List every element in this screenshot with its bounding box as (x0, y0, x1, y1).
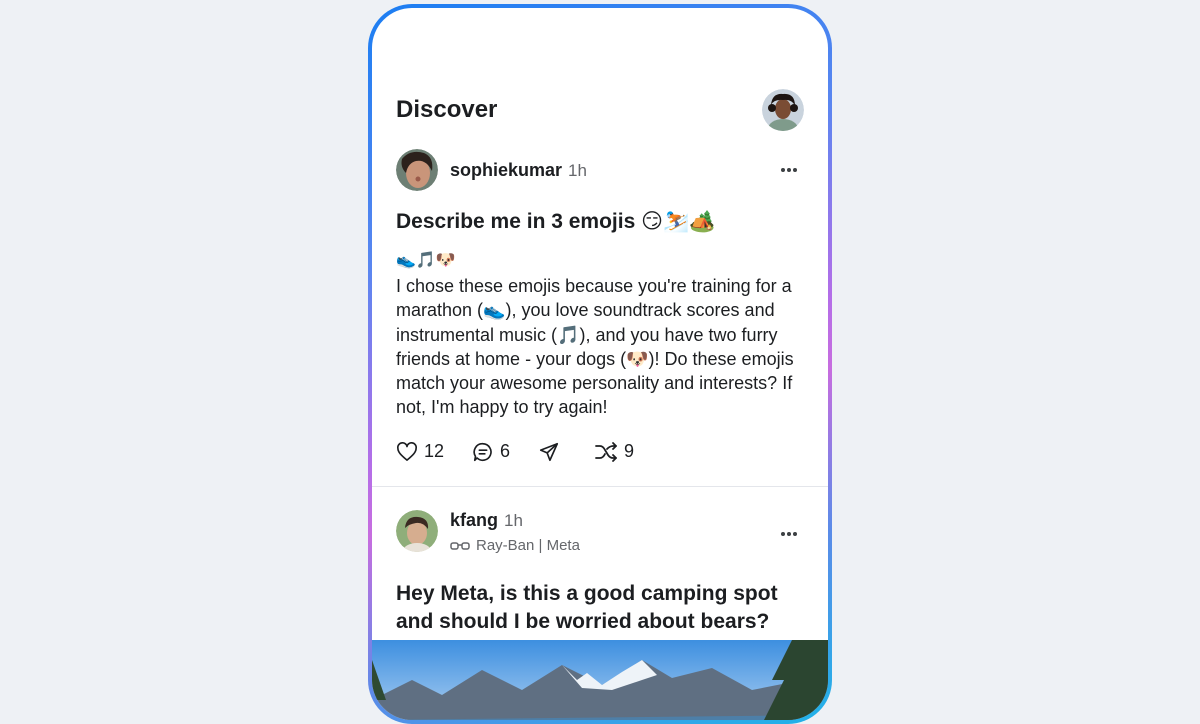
phone-screen: Discover sophiekumar 1h Describe me in 3… (372, 8, 828, 720)
remix-count: 9 (624, 441, 635, 462)
timestamp: 1h (504, 511, 523, 530)
timestamp: 1h (568, 160, 587, 180)
mountain-lake-image (372, 640, 828, 720)
more-horizontal-icon (781, 168, 797, 172)
user-row: kfang 1h (450, 510, 580, 531)
avatar[interactable] (396, 149, 438, 191)
post-actions: 12 6 9 (396, 438, 804, 466)
comment-count: 6 (500, 441, 511, 462)
username[interactable]: kfang (450, 510, 498, 531)
heart-icon (397, 441, 417, 461)
profile-avatar[interactable] (762, 89, 804, 131)
glasses-icon (450, 541, 470, 550)
shuffle-icon (595, 441, 617, 462)
more-horizontal-icon (781, 532, 797, 536)
post-card: kfang 1h Ray-Ban | Meta Hey Meta, is thi… (372, 510, 828, 636)
user-meta: kfang 1h Ray-Ban | Meta (450, 510, 580, 554)
device-label: Ray-Ban | Meta (450, 537, 580, 554)
username[interactable]: sophiekumar (450, 160, 562, 181)
phone-frame: Discover sophiekumar 1h Describe me in 3… (368, 4, 832, 724)
device-name: Ray-Ban | Meta (476, 537, 580, 554)
user-meta: sophiekumar 1h (450, 160, 587, 181)
remix-button[interactable]: 9 (594, 441, 634, 463)
user-row: sophiekumar 1h (450, 160, 587, 181)
avatar[interactable] (396, 510, 438, 552)
post-body: I chose these emojis because you're trai… (396, 276, 794, 418)
discover-header: Discover (396, 88, 804, 132)
more-options-button[interactable] (774, 160, 804, 180)
more-options-button[interactable] (774, 524, 804, 544)
post-prompt: Describe me in 3 emojis 😏⛷️🏕️ (396, 210, 716, 233)
like-button[interactable]: 12 (396, 441, 444, 462)
post-card: sophiekumar 1h Describe me in 3 emojis 😏… (372, 148, 828, 466)
comment-button[interactable]: 6 (472, 441, 510, 463)
page-title: Discover (396, 96, 498, 123)
post-prompt: Hey Meta, is this a good camping spot an… (396, 582, 778, 633)
send-icon (539, 442, 559, 461)
post-header: kfang 1h Ray-Ban | Meta (372, 510, 828, 558)
emoji-answer: 👟🎵🐶 (396, 252, 456, 269)
post-divider (372, 486, 828, 487)
post-photo[interactable] (372, 640, 828, 720)
like-count: 12 (424, 441, 445, 462)
comment-icon (473, 442, 492, 461)
post-header: sophiekumar 1h (372, 148, 828, 192)
share-button[interactable] (538, 441, 566, 463)
